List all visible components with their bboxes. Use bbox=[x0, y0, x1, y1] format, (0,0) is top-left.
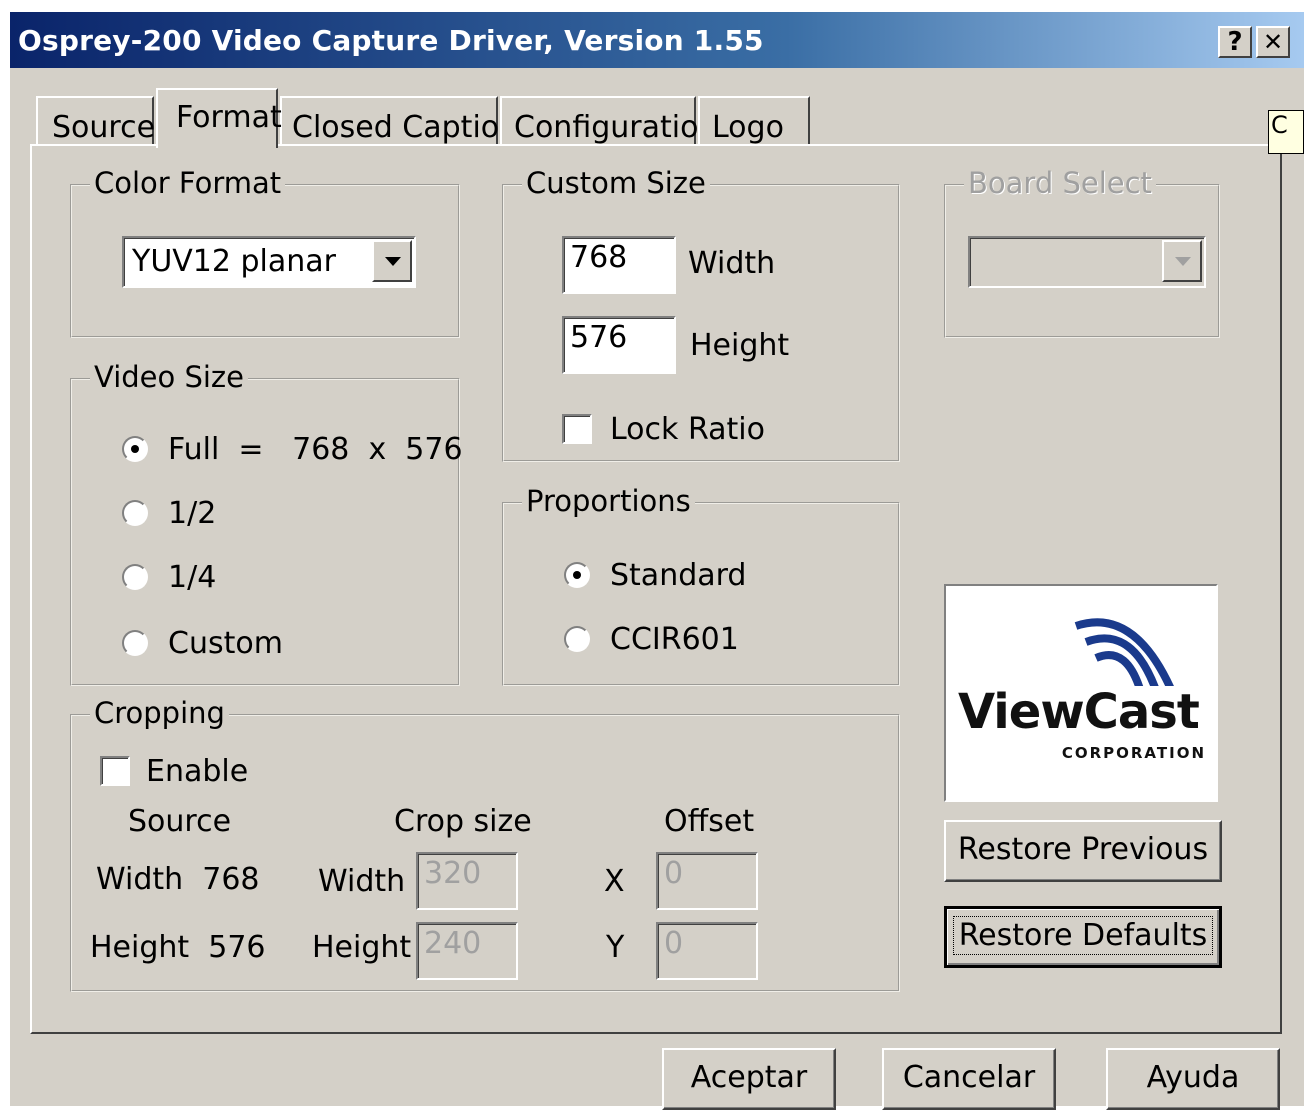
cancel-label: Cancelar bbox=[902, 1060, 1036, 1095]
tab-closed-caption[interactable]: Closed Caption bbox=[280, 96, 518, 145]
tab-source-label: Source bbox=[52, 110, 156, 145]
color-format-value: YUV12 planar bbox=[132, 244, 337, 279]
tab-logo-label: Logo bbox=[712, 110, 784, 145]
video-size-custom-radio[interactable] bbox=[122, 630, 148, 656]
help-button[interactable]: Ayuda bbox=[1106, 1048, 1280, 1110]
logo-subtitle: CORPORATION bbox=[1061, 744, 1206, 762]
ok-label: Aceptar bbox=[690, 1060, 808, 1095]
help-label: Ayuda bbox=[1146, 1060, 1240, 1095]
help-title-button[interactable]: ? bbox=[1218, 26, 1252, 58]
cropping-source-width: Width 768 bbox=[96, 862, 260, 897]
custom-width-input[interactable]: 768 bbox=[562, 236, 676, 294]
tab-source[interactable]: Source bbox=[36, 96, 156, 145]
proportions-ccir601-label: CCIR601 bbox=[610, 622, 739, 657]
board-select-legend: Board Select bbox=[964, 166, 1156, 200]
restore-previous-button[interactable]: Restore Previous bbox=[944, 820, 1222, 882]
proportions-legend: Proportions bbox=[522, 484, 695, 518]
tab-configuration-label: Configuration bbox=[514, 110, 718, 145]
cancel-button[interactable]: Cancelar bbox=[882, 1048, 1056, 1110]
cropping-source-height: Height 576 bbox=[90, 930, 266, 965]
crop-width-input[interactable]: 320 bbox=[416, 852, 518, 910]
tab-closed-caption-label: Closed Caption bbox=[292, 110, 519, 145]
chevron-down-icon[interactable] bbox=[372, 240, 412, 282]
video-size-quarter-radio[interactable] bbox=[122, 564, 148, 590]
restore-defaults-button[interactable]: Restore Defaults bbox=[944, 906, 1222, 968]
tab-format-label: Format bbox=[176, 100, 282, 135]
viewcast-swoosh-icon bbox=[1074, 618, 1174, 686]
proportions-group: Proportions Standard CCIR601 bbox=[502, 484, 900, 686]
title-bar: Osprey-200 Video Capture Driver, Version… bbox=[10, 12, 1304, 68]
logo-name: ViewCast bbox=[958, 684, 1200, 740]
tab-format[interactable]: Format bbox=[156, 88, 282, 148]
cropping-enable-checkbox[interactable] bbox=[100, 756, 130, 786]
lock-ratio-checkbox[interactable] bbox=[562, 414, 592, 444]
custom-size-legend: Custom Size bbox=[522, 166, 710, 200]
lock-ratio-label: Lock Ratio bbox=[610, 412, 765, 447]
proportions-standard-label: Standard bbox=[610, 558, 747, 593]
offset-y-label: Y bbox=[606, 930, 625, 965]
video-size-full-radio[interactable] bbox=[122, 436, 148, 462]
restore-defaults-label: Restore Defaults bbox=[953, 916, 1213, 955]
tooltip-fragment: C bbox=[1268, 110, 1304, 154]
custom-height-label: Height bbox=[690, 328, 790, 363]
cropping-group: Cropping Enable Source Crop size Offset … bbox=[70, 696, 900, 992]
crop-height-label: Height bbox=[312, 930, 412, 965]
restore-previous-label: Restore Previous bbox=[957, 832, 1209, 867]
video-size-group: Video Size Full = 768 x 576 1/2 1/4 Cust… bbox=[70, 360, 463, 686]
tab-logo[interactable]: Logo bbox=[698, 96, 810, 145]
color-format-legend: Color Format bbox=[90, 166, 286, 200]
custom-height-input[interactable]: 576 bbox=[562, 316, 676, 374]
offset-x-label: X bbox=[604, 864, 625, 899]
viewcast-logo: ViewCast CORPORATION bbox=[944, 584, 1218, 802]
board-select-group: Board Select bbox=[944, 166, 1220, 338]
cropping-legend: Cropping bbox=[90, 696, 229, 730]
cropping-offset-header: Offset bbox=[664, 804, 755, 839]
ok-button[interactable]: Aceptar bbox=[662, 1048, 836, 1110]
proportions-ccir601-radio[interactable] bbox=[564, 626, 590, 652]
cropping-crop-size-header: Crop size bbox=[394, 804, 532, 839]
video-size-half-radio[interactable] bbox=[122, 500, 148, 526]
close-title-button[interactable]: ✕ bbox=[1256, 26, 1290, 58]
video-capture-dialog: Osprey-200 Video Capture Driver, Version… bbox=[10, 12, 1304, 1110]
proportions-standard-radio[interactable] bbox=[564, 562, 590, 588]
custom-size-group: Custom Size 768 Width 576 Height Lock Ra… bbox=[502, 166, 900, 462]
close-icon: ✕ bbox=[1262, 28, 1284, 56]
video-size-quarter-label: 1/4 bbox=[168, 560, 217, 595]
chevron-down-icon[interactable] bbox=[1162, 240, 1202, 282]
cropping-source-header: Source bbox=[128, 804, 232, 839]
tab-configuration[interactable]: Configuration bbox=[500, 96, 717, 145]
video-size-custom-label: Custom bbox=[168, 626, 283, 661]
video-size-legend: Video Size bbox=[90, 360, 248, 394]
color-format-group: Color Format YUV12 planar bbox=[70, 166, 460, 338]
crop-height-input[interactable]: 240 bbox=[416, 922, 518, 980]
crop-width-label: Width bbox=[318, 864, 406, 899]
video-size-full-label: Full = 768 x 576 bbox=[168, 432, 463, 467]
window-title: Osprey-200 Video Capture Driver, Version… bbox=[18, 24, 764, 57]
offset-y-input[interactable]: 0 bbox=[656, 922, 758, 980]
board-select-dropdown[interactable] bbox=[968, 236, 1206, 288]
offset-x-input[interactable]: 0 bbox=[656, 852, 758, 910]
video-size-half-label: 1/2 bbox=[168, 496, 217, 531]
color-format-dropdown[interactable]: YUV12 planar bbox=[122, 236, 416, 288]
custom-width-label: Width bbox=[688, 246, 776, 281]
cropping-enable-label: Enable bbox=[146, 754, 249, 789]
